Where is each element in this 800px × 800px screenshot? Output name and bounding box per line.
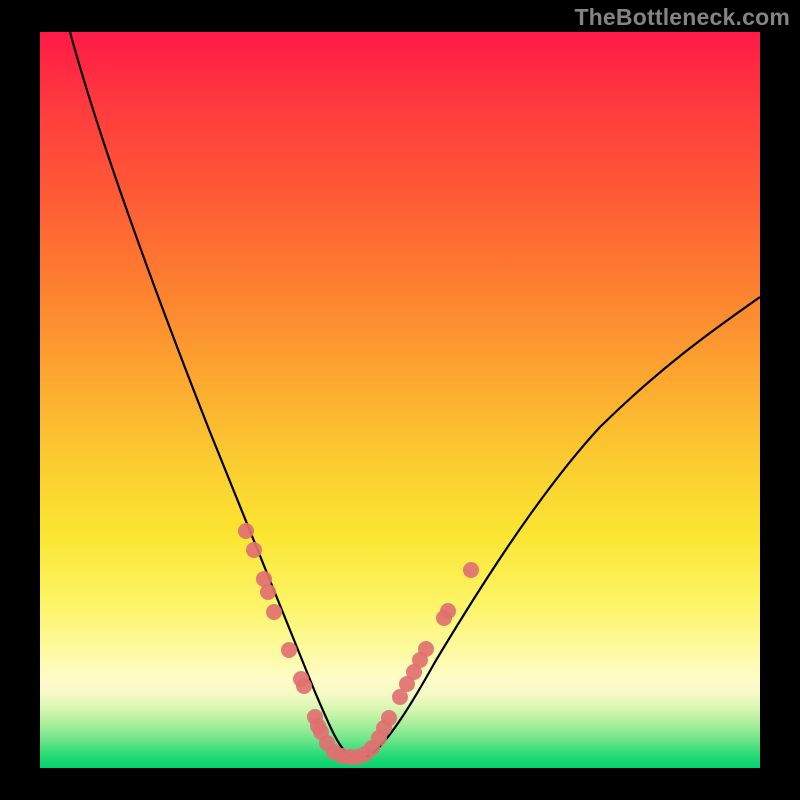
- marker-dot: [381, 710, 397, 726]
- marker-group: [238, 523, 479, 765]
- marker-dot: [418, 641, 434, 657]
- main-curve-path: [70, 32, 760, 758]
- marker-dot: [463, 562, 479, 578]
- marker-dot: [440, 603, 456, 619]
- curve-svg: [40, 32, 760, 768]
- plot-area: [40, 32, 760, 768]
- chart-container: TheBottleneck.com: [0, 0, 800, 800]
- marker-dot: [246, 542, 262, 558]
- marker-dot: [266, 604, 282, 620]
- watermark-text: TheBottleneck.com: [574, 4, 790, 31]
- marker-dot: [260, 584, 276, 600]
- marker-dot: [281, 642, 297, 658]
- marker-dot: [296, 678, 312, 694]
- marker-dot: [238, 523, 254, 539]
